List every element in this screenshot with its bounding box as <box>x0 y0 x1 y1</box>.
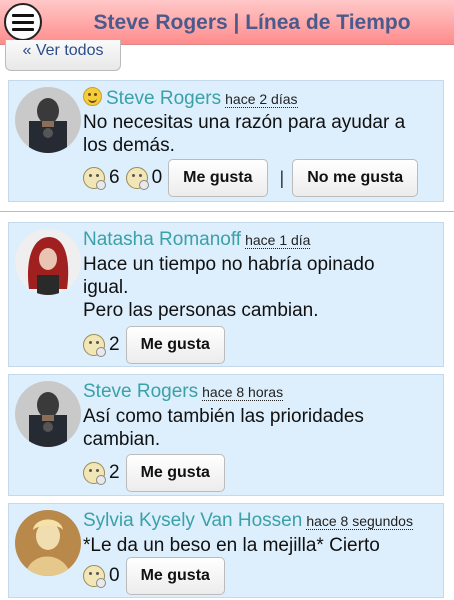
ver-todos-button[interactable]: « Ver todos <box>5 40 121 71</box>
avatar[interactable] <box>15 510 81 576</box>
dislike-count: 0 <box>151 167 163 188</box>
reactions-bar: 2 Me gusta <box>83 325 229 365</box>
like-button[interactable]: Me gusta <box>125 326 225 364</box>
author-name[interactable]: Natasha Romanoff <box>83 229 241 250</box>
timeline-post: Steve Rogers hace 2 días No necesitas una… <box>8 80 444 202</box>
like-button[interactable]: Me gusta <box>125 454 225 492</box>
avatar[interactable] <box>15 87 81 153</box>
reactions-bar: 2 Me gusta <box>83 453 229 493</box>
like-button[interactable]: Me gusta <box>125 557 225 595</box>
post-time: hace 1 día <box>245 232 311 249</box>
post-text: Así como también las prioridades cambian… <box>83 406 364 450</box>
post-text: No necesitas una razón para ayudar a los… <box>83 112 406 156</box>
author-name[interactable]: Steve Rogers <box>106 88 221 109</box>
page-title: Steve Rogers | Línea de Tiempo <box>93 11 411 34</box>
post-time: hace 8 segundos <box>306 513 413 530</box>
author-name[interactable]: Steve Rogers <box>83 381 198 402</box>
post-time: hace 2 días <box>225 91 298 108</box>
avatar[interactable] <box>15 229 81 295</box>
like-reaction-icon <box>83 334 106 357</box>
like-count: 2 <box>109 334 120 355</box>
smiley-icon <box>83 87 102 106</box>
timeline-post: Natasha Romanoff hace 1 día Hace un tiemp… <box>8 222 444 367</box>
post-time: hace 8 horas <box>202 384 284 401</box>
like-button[interactable]: Me gusta <box>168 159 268 197</box>
like-reaction-icon <box>83 462 106 485</box>
dislike-reaction-icon <box>125 167 149 190</box>
hamburger-menu-icon[interactable] <box>4 3 42 41</box>
separator: | <box>279 167 285 188</box>
divider <box>0 211 454 212</box>
like-reaction-icon <box>83 167 106 190</box>
like-reaction-icon <box>83 565 106 588</box>
avatar[interactable] <box>15 381 81 447</box>
dislike-button[interactable]: No me gusta <box>292 159 419 197</box>
reactions-bar: 0 Me gusta <box>83 556 229 596</box>
like-count: 2 <box>109 462 120 483</box>
like-count: 6 <box>109 167 120 188</box>
post-text: Hace un tiempo no habría opinado igual. … <box>83 254 375 321</box>
timeline-post: Sylvia Kysely Van Hossen hace 8 segundos … <box>8 503 444 598</box>
like-count: 0 <box>109 565 120 586</box>
author-name[interactable]: Sylvia Kysely Van Hossen <box>83 510 302 531</box>
app-header: Steve Rogers | Línea de Tiempo <box>0 0 454 45</box>
reactions-bar: 6 0 Me gusta | No me gusta <box>83 158 422 198</box>
post-text: *Le da un beso en la mejilla* Cierto <box>83 535 380 556</box>
timeline-post: Steve Rogers hace 8 horas Así como tambié… <box>8 374 444 496</box>
